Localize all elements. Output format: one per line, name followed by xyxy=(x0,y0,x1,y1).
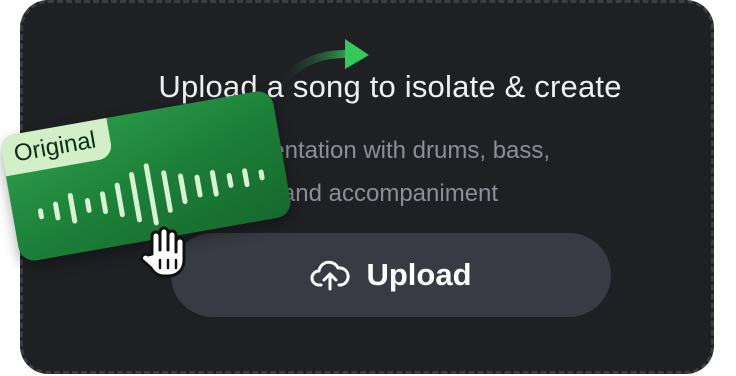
page-title: Upload a song to isolate & create xyxy=(158,69,622,104)
upload-button[interactable]: Upload xyxy=(171,233,611,317)
cloud-upload-icon xyxy=(310,260,351,291)
upload-button-label: Upload xyxy=(366,257,472,292)
hand-cursor-icon xyxy=(140,226,186,278)
